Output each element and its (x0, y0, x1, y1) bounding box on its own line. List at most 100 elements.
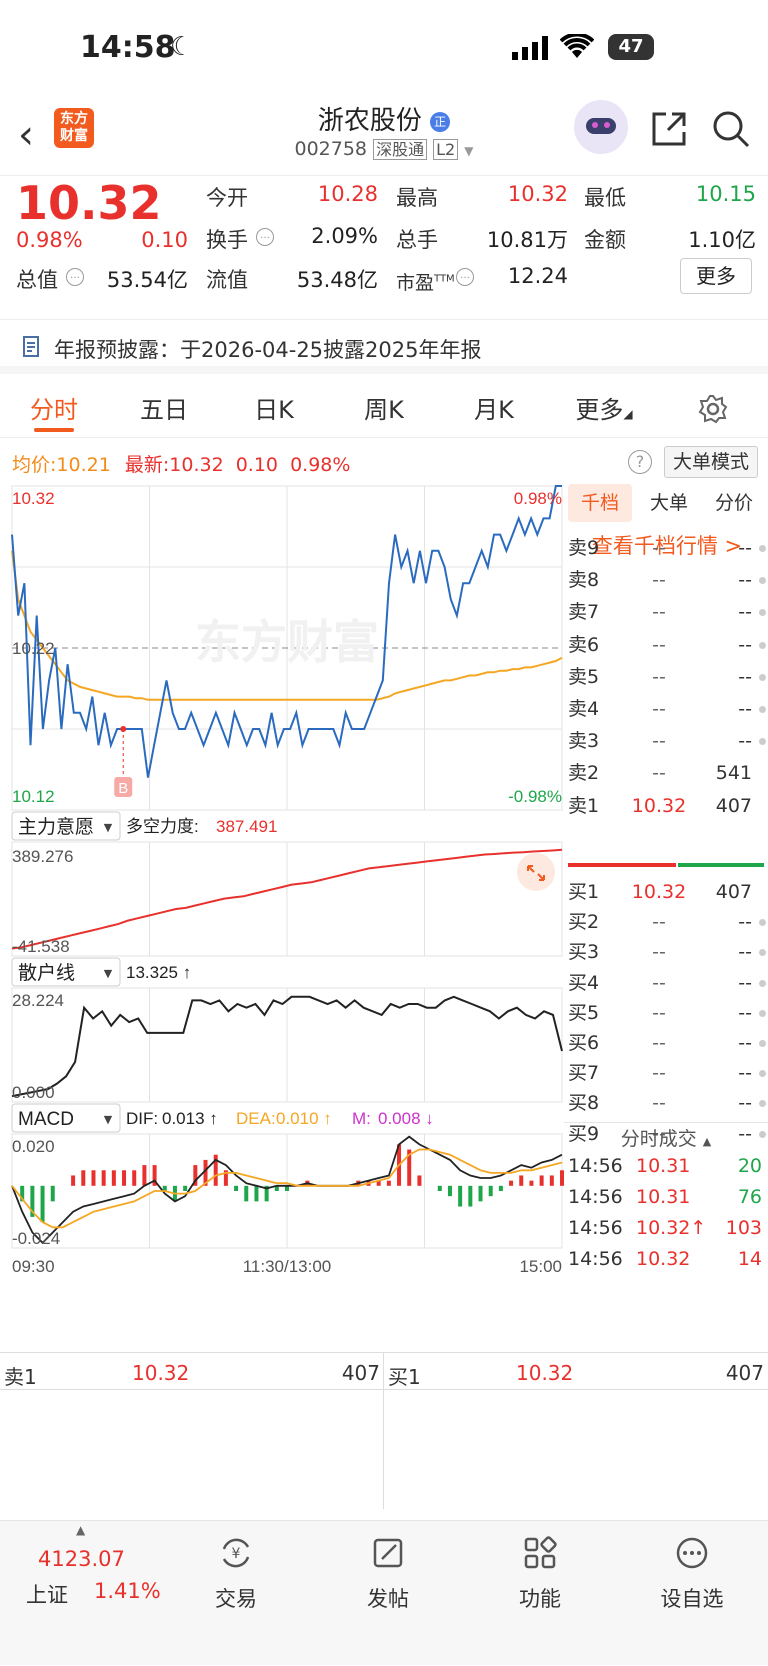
sell-level-price: -- (652, 537, 666, 559)
tab-function-label: 功能 (519, 1587, 561, 1611)
bottom-quote-bar: 卖1 10.32 407 买1 10.32 407 (0, 1352, 768, 1509)
tab-trade[interactable]: ¥ 交易 (166, 1521, 306, 1666)
buy-level-row[interactable]: 买5 -- -- (568, 997, 766, 1029)
tab-add-watchlist[interactable]: 设自选 (622, 1521, 762, 1666)
tab-function[interactable]: 功能 (470, 1521, 610, 1666)
tab-more[interactable]: 更多◢ (564, 382, 644, 438)
sell-level-row[interactable]: 卖2 -- 541 (568, 757, 766, 789)
tab-weekly-k[interactable]: 周K (344, 382, 424, 438)
x-tick-close: 15:00 (519, 1257, 562, 1276)
sell-level-price: -- (652, 633, 666, 656)
more-button[interactable]: 更多 (680, 258, 752, 294)
buy-level-row[interactable]: 买1 10.32 407 (568, 876, 766, 908)
sell-level-row[interactable]: 卖7 -- -- (568, 596, 766, 628)
trade-time: 14:56 (568, 1248, 623, 1270)
trade-volume: 103 (725, 1217, 762, 1239)
dropdown-icon: ▼ (104, 821, 113, 834)
open-label: 今开 (206, 186, 248, 210)
tab-qiandang[interactable]: 千档 (568, 484, 632, 522)
help-icon[interactable]: ? (628, 450, 652, 474)
share-icon[interactable] (650, 110, 688, 152)
macd-dea-label: DEA: (236, 1109, 276, 1128)
trades-title[interactable]: 分时成交 ▲ (564, 1124, 768, 1151)
high-value: 10.32 (507, 182, 568, 206)
svg-text:¥: ¥ (232, 1546, 241, 1562)
mktcap-label: 总值 (16, 268, 58, 292)
level-dot (759, 609, 766, 617)
sell-level-row[interactable]: 卖5 -- -- (568, 661, 766, 693)
sell-level-volume: 541 (715, 762, 752, 785)
trade-price: 10.32↑ (636, 1217, 707, 1239)
settings-icon[interactable] (698, 394, 728, 428)
buy-level-row[interactable]: 买6 -- -- (568, 1027, 766, 1059)
buy-level-row[interactable]: 买8 -- -- (568, 1087, 766, 1119)
assistant-avatar[interactable] (574, 100, 628, 154)
watermark-text: 东方财富 (195, 616, 379, 668)
main-force-value: 387.491 (216, 817, 277, 836)
moon-icon: ☾ (170, 32, 194, 62)
sell-level-row[interactable]: 卖4 -- -- (568, 693, 766, 725)
tab-monthly-k[interactable]: 月K (454, 382, 534, 438)
signal-icon (512, 36, 552, 64)
sell-level-label: 卖1 (568, 794, 600, 817)
tab-daily-k[interactable]: 日K (234, 382, 314, 438)
tab-five-day[interactable]: 五日 (124, 382, 204, 438)
sell-level-row[interactable]: 卖3 -- -- (568, 725, 766, 757)
tab-post[interactable]: 发帖 (318, 1521, 458, 1666)
y-top-label: 10.32 (12, 489, 55, 508)
info-icon[interactable]: … (456, 268, 474, 286)
tab-price-dist[interactable]: 分价 (702, 484, 766, 522)
info-icon[interactable]: … (66, 268, 84, 286)
sell-level-label: 卖8 (568, 569, 600, 592)
index-widget[interactable]: ▲ 4123.07 上证 1.41% (10, 1521, 161, 1666)
main-force-label: 多空力度: (126, 817, 199, 836)
level-dot (759, 641, 766, 649)
big-order-mode-button[interactable]: 大单模式 (664, 446, 758, 478)
tab-big-orders[interactable]: 大单 (638, 484, 700, 522)
wifi-icon (559, 32, 595, 64)
tag-l2: L2 (433, 139, 459, 160)
annual-report-notice[interactable]: 年报预披露：于2026-04-25披露2025年年报 (0, 322, 768, 374)
sell-level-row[interactable]: 卖8 -- -- (568, 564, 766, 596)
info-icon[interactable]: … (256, 228, 274, 246)
buy-level-label: 买7 (568, 1062, 600, 1085)
dropdown-icon[interactable]: ▼ (464, 144, 473, 158)
buy-level-row[interactable]: 买4 -- -- (568, 967, 766, 999)
turnover-label: 换手 (206, 228, 248, 252)
change-value: 0.10 (141, 228, 188, 252)
trades-title-text: 分时成交 (620, 1128, 697, 1150)
buy-level-price: -- (652, 911, 666, 934)
low-value: 10.15 (695, 182, 756, 206)
buy-level-volume: -- (738, 971, 752, 994)
float-value: 53.48亿 (296, 268, 378, 292)
main-bottom-label: -41.538 (12, 937, 70, 956)
bottom-sell-price: 10.32 (132, 1361, 190, 1385)
high-label: 最高 (396, 186, 438, 210)
sell-level-label: 卖9 (568, 537, 600, 559)
chart-svg[interactable]: 东方财富 10.32 10.22 10.12 0.98% -0.98% B 主力意愿 ▼ 多空力度… (0, 438, 564, 1352)
macd-m-label: M: (352, 1109, 371, 1128)
tab-more-label: 更多 (575, 396, 624, 424)
divider (383, 1353, 384, 1509)
battery-icon: 47 (608, 34, 654, 60)
change-pct: 0.98% (16, 228, 83, 252)
turnover-value: 2.09% (311, 224, 378, 248)
sell-level-price: -- (652, 601, 666, 624)
pe-label: 市盈TTM (396, 268, 455, 295)
sell-level-row[interactable]: 卖1 10.32 407 (568, 790, 766, 822)
buy-level-price: -- (652, 971, 666, 994)
sell-level-row[interactable]: 卖6 -- -- (568, 629, 766, 661)
dropdown-icon: ▼ (104, 967, 113, 980)
sell-level-row[interactable]: 卖9 -- -- (568, 532, 766, 564)
buy-level-volume: -- (738, 911, 752, 934)
x-tick-mid: 11:30/13:00 (243, 1257, 332, 1276)
level-dot (759, 706, 766, 713)
buy-level-row[interactable]: 买7 -- -- (568, 1057, 766, 1089)
bottom-buy-label: 买1 (388, 1365, 421, 1389)
buy-level-row[interactable]: 买2 -- -- (568, 906, 766, 938)
trade-volume: 20 (737, 1155, 762, 1177)
tab-underline (34, 428, 74, 432)
indicator-macd: MACD (18, 1109, 74, 1130)
search-icon[interactable] (712, 110, 750, 152)
buy-level-row[interactable]: 买3 -- -- (568, 936, 766, 968)
